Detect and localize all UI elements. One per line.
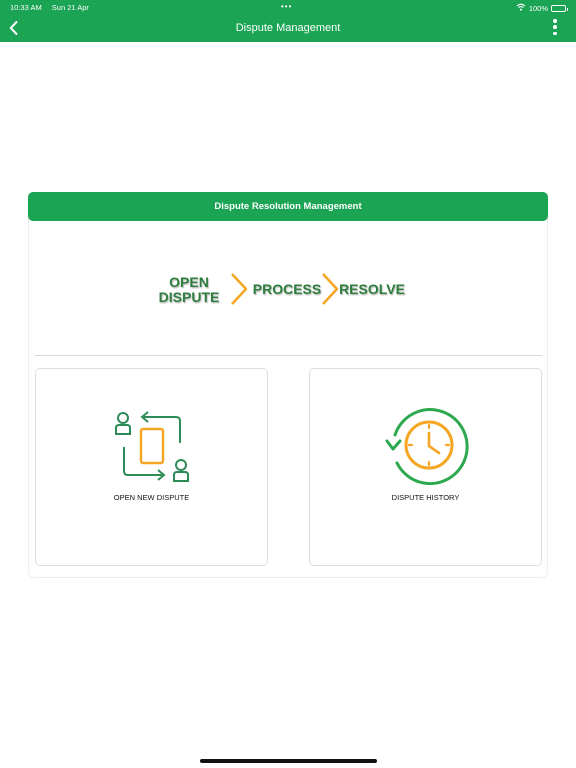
battery-percent: 100% xyxy=(528,3,548,13)
open-new-dispute-tile[interactable]: OPEN NEW DISPUTE xyxy=(35,368,268,566)
dispute-resolution-card: Dispute Resolution Management OPEN DISPU… xyxy=(28,192,548,578)
home-indicator[interactable] xyxy=(200,759,377,763)
flow-step-resolve: RESOLVE xyxy=(339,281,405,297)
status-bar: 10:33 AM Sun 21 Apr ••• 100% xyxy=(0,0,576,14)
more-options-button[interactable] xyxy=(552,19,558,35)
dispute-history-tile[interactable]: DISPUTE HISTORY xyxy=(309,368,542,566)
status-date: Sun 21 Apr xyxy=(51,3,89,12)
status-left: 10:33 AM Sun 21 Apr xyxy=(10,3,97,12)
page-title: Dispute Management xyxy=(235,22,341,34)
flow-arrow-1 xyxy=(231,273,248,305)
dispute-flow-graphic: OPEN DISPUTE PROCESS RESOLVE xyxy=(159,273,405,305)
flow-step-open-line2: DISPUTE xyxy=(159,289,220,305)
card-title: Dispute Resolution Management xyxy=(28,192,548,221)
status-right: 100% xyxy=(516,3,568,13)
app-header: 10:33 AM Sun 21 Apr ••• 100% Dispute Man… xyxy=(0,0,576,42)
flow-step-process: PROCESS xyxy=(253,281,321,297)
wifi-icon xyxy=(516,3,526,13)
battery-icon xyxy=(551,4,568,12)
multitask-dots[interactable]: ••• xyxy=(281,2,292,11)
exchange-users-icon xyxy=(115,411,189,482)
status-time: 10:33 AM xyxy=(10,3,42,12)
more-vertical-icon xyxy=(553,19,557,23)
flow-arrow-2 xyxy=(322,273,339,305)
open-new-dispute-label: OPEN NEW DISPUTE xyxy=(113,493,190,502)
history-clock-icon xyxy=(385,408,469,486)
flow-step-open-line1: OPEN xyxy=(169,274,209,290)
card-divider xyxy=(35,355,542,356)
dispute-history-label: DISPUTE HISTORY xyxy=(391,493,460,502)
